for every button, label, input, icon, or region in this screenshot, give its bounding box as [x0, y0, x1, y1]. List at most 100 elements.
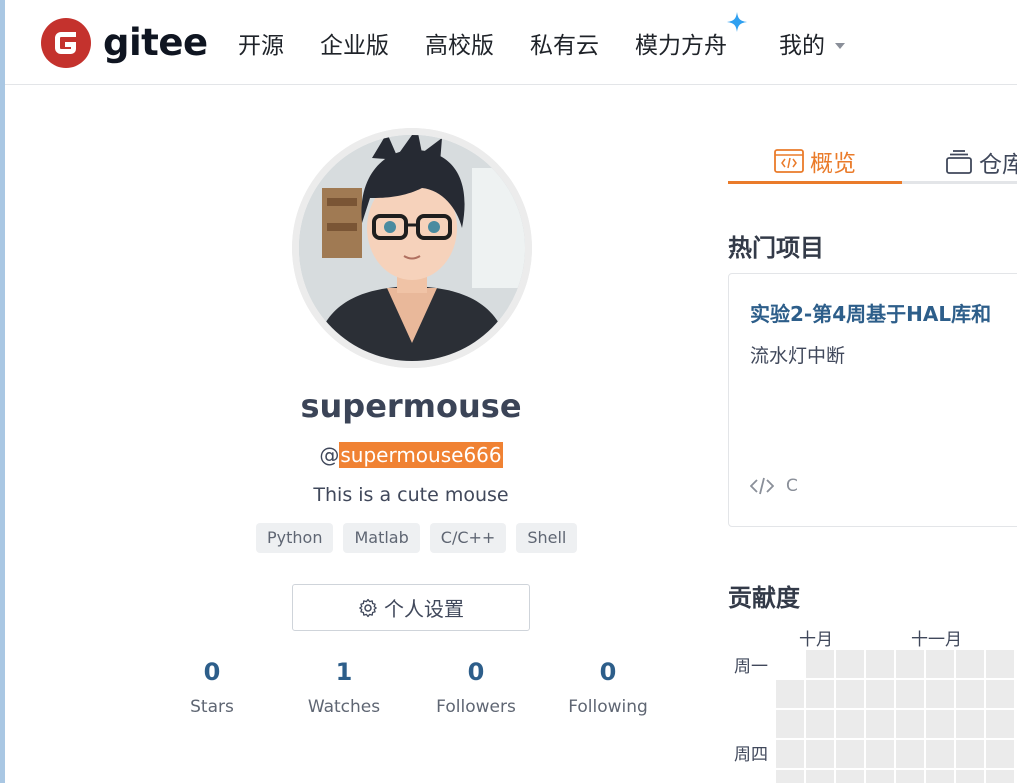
personal-settings-button[interactable]: 个人设置 — [292, 584, 530, 631]
heatmap-cell[interactable] — [956, 740, 984, 768]
heatmap-cell[interactable] — [776, 680, 804, 708]
heatmap-cell[interactable] — [806, 740, 834, 768]
heatmap-cell[interactable] — [896, 740, 924, 768]
heatmap-cell[interactable] — [836, 650, 864, 678]
project-language-label: C — [786, 476, 798, 496]
heatmap-cell[interactable] — [836, 770, 864, 783]
stat-stars-label: Stars — [190, 697, 234, 717]
stat-followers-value: 0 — [467, 658, 485, 686]
heatmap-day-mon: 周一 — [734, 657, 768, 677]
code-icon — [750, 477, 774, 495]
stat-followers-label: Followers — [436, 697, 516, 717]
profile-tabs: 概览 仓库 — [728, 140, 1017, 184]
profile-name: supermouse — [300, 387, 522, 425]
avatar[interactable] — [292, 128, 532, 368]
project-title-link[interactable]: 实验2-第4周基于HAL库和 — [750, 298, 991, 327]
heatmap-cell[interactable] — [986, 770, 1014, 783]
page: gitee 开源 企业版 高校版 私有云 模力方舟 我的 supermouse … — [5, 0, 1017, 783]
handle-text: supermouse666 — [339, 442, 503, 468]
heatmap-day-thu: 周四 — [734, 745, 768, 765]
heatmap-month-nov: 十一月 — [911, 630, 962, 650]
stat-watches-label: Watches — [307, 697, 381, 717]
stat-following-value: 0 — [599, 658, 617, 686]
tag-matlab[interactable]: Matlab — [343, 523, 420, 553]
nav-open-source[interactable]: 开源 — [238, 26, 284, 60]
logo-text: gitee — [103, 21, 208, 64]
heatmap-cell[interactable] — [866, 710, 894, 738]
heatmap-cell[interactable] — [836, 680, 864, 708]
stat-following-label: Following — [568, 697, 648, 717]
skill-tags: Python Matlab C/C++ Shell — [256, 523, 587, 553]
heatmap-cell[interactable] — [896, 680, 924, 708]
gitee-logo-icon — [41, 18, 91, 68]
heatmap-cell[interactable] — [986, 740, 1014, 768]
gear-icon — [359, 598, 377, 617]
main-nav: 开源 企业版 高校版 私有云 模力方舟 我的 — [238, 0, 881, 85]
nav-private-cloud[interactable]: 私有云 — [530, 26, 599, 60]
profile-bio: This is a cute mouse — [313, 484, 509, 506]
profile-handle: @supermouse666 — [5, 442, 817, 468]
heatmap-cell[interactable] — [866, 770, 894, 783]
heatmap-cell[interactable] — [956, 770, 984, 783]
heatmap-cell[interactable] — [986, 680, 1014, 708]
nav-mine[interactable]: 我的 — [779, 26, 845, 60]
heatmap-cell[interactable] — [806, 650, 834, 678]
stat-stars-value: 0 — [203, 658, 221, 686]
heatmap-cell[interactable] — [806, 770, 834, 783]
heatmap-cell[interactable] — [926, 680, 954, 708]
heatmap-cell[interactable] — [956, 680, 984, 708]
heatmap-cell[interactable] — [926, 740, 954, 768]
heatmap-cell[interactable] — [806, 680, 834, 708]
gitee-logo[interactable]: gitee — [41, 18, 208, 68]
heatmap-cell[interactable] — [896, 650, 924, 678]
heatmap-cell[interactable] — [926, 710, 954, 738]
stat-followers[interactable]: 0 Followers — [410, 657, 542, 717]
handle-prefix: @ — [319, 443, 340, 467]
tag-python[interactable]: Python — [256, 523, 334, 553]
heatmap-cell[interactable] — [986, 710, 1014, 738]
tag-cpp[interactable]: C/C++ — [429, 523, 507, 553]
heatmap-cell[interactable] — [956, 650, 984, 678]
heatmap-cell[interactable] — [896, 710, 924, 738]
tab-repositories-label: 仓库 — [979, 152, 1017, 178]
nav-ai-platform-label: 模力方舟 — [635, 32, 727, 59]
heatmap-cell[interactable] — [926, 770, 954, 783]
heatmap-cell[interactable] — [776, 710, 804, 738]
popular-projects-title: 热门项目 — [728, 234, 824, 262]
tab-overview[interactable]: 概览 — [728, 140, 902, 184]
stat-watches[interactable]: 1 Watches — [278, 657, 410, 717]
tab-repositories[interactable]: 仓库 — [945, 140, 1017, 184]
heatmap-cell[interactable] — [776, 770, 804, 783]
project-card[interactable]: 实验2-第4周基于HAL库和 流水灯中断 C — [728, 273, 1017, 527]
heatmap-cell[interactable] — [806, 710, 834, 738]
stat-following[interactable]: 0 Following — [542, 657, 674, 717]
tag-shell[interactable]: Shell — [516, 523, 578, 553]
heatmap-cell[interactable] — [776, 740, 804, 768]
heatmap-cell[interactable] — [866, 680, 894, 708]
heatmap-month-oct: 十月 — [799, 630, 833, 650]
nav-enterprise[interactable]: 企业版 — [320, 26, 389, 60]
caret-down-icon — [835, 43, 845, 49]
top-navbar: gitee 开源 企业版 高校版 私有云 模力方舟 我的 — [5, 0, 1017, 85]
heatmap-cell[interactable] — [836, 740, 864, 768]
settings-label: 个人设置 — [384, 597, 464, 621]
avatar-illustration — [292, 128, 532, 368]
heatmap-cell[interactable] — [866, 740, 894, 768]
nav-ai-platform[interactable]: 模力方舟 — [635, 11, 747, 60]
heatmap-cell[interactable] — [986, 650, 1014, 678]
repository-stack-icon — [946, 150, 972, 174]
code-window-icon — [774, 148, 804, 173]
sparkle-icon — [727, 11, 747, 32]
nav-education[interactable]: 高校版 — [425, 26, 494, 60]
contribution-heatmap: 十月 十一月 周一 周四 — [728, 625, 1017, 783]
stat-stars[interactable]: 0 Stars — [146, 657, 278, 717]
heatmap-cell[interactable] — [896, 770, 924, 783]
nav-mine-label: 我的 — [779, 32, 825, 59]
project-language: C — [750, 476, 798, 496]
heatmap-cell[interactable] — [956, 710, 984, 738]
heatmap-cell[interactable] — [836, 710, 864, 738]
heatmap-cell[interactable] — [926, 650, 954, 678]
heatmap-cell[interactable] — [866, 650, 894, 678]
contribution-title: 贡献度 — [728, 584, 800, 612]
profile-stats: 0 Stars 1 Watches 0 Followers 0 Followin… — [146, 657, 676, 717]
